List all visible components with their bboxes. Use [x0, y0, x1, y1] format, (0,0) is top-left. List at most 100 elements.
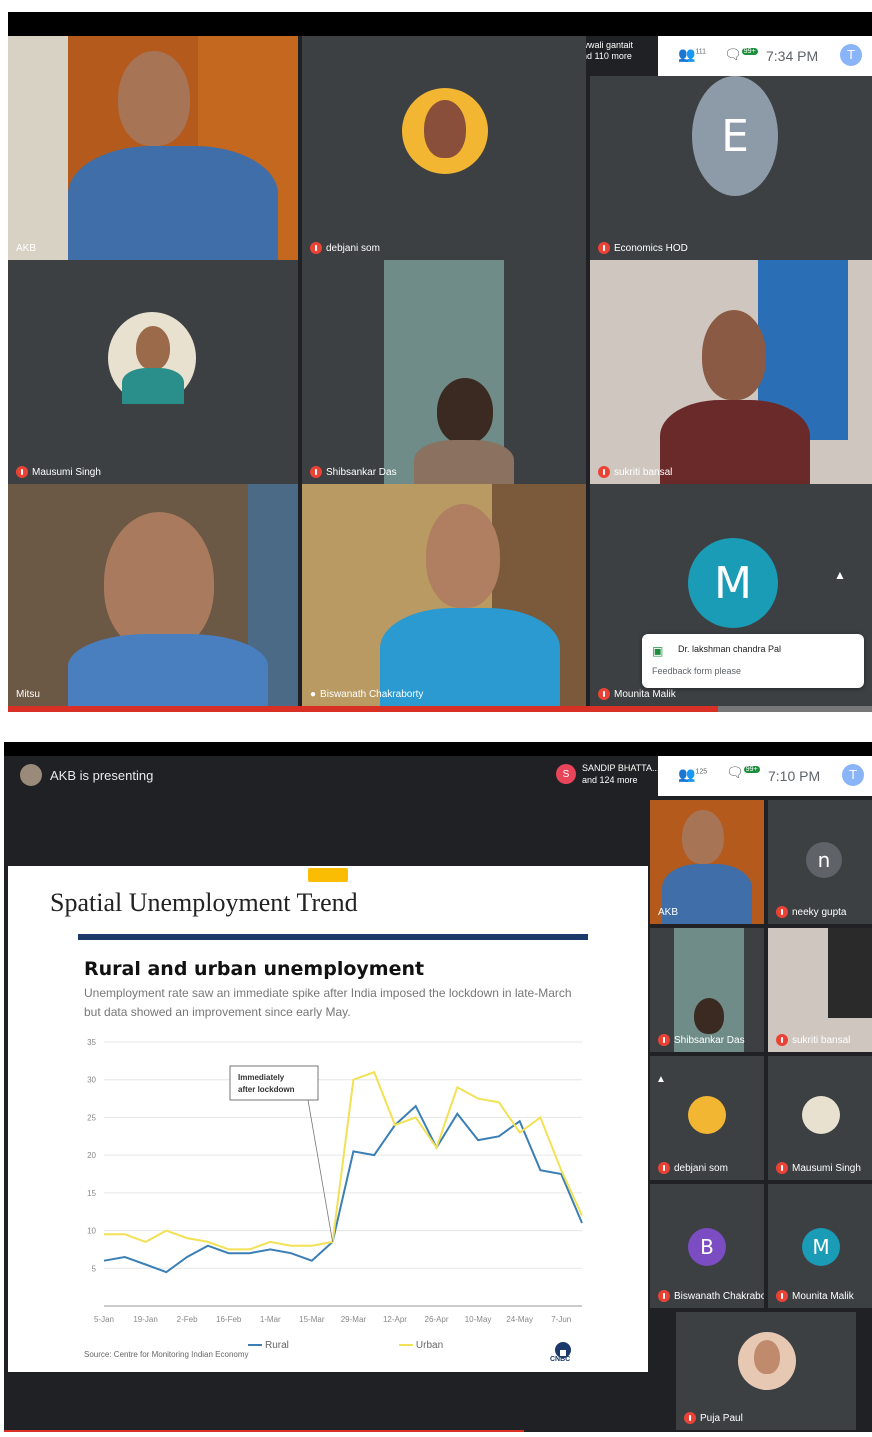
mouse-cursor: ▲ — [656, 1074, 666, 1085]
y-tick-label: 25 — [87, 1113, 96, 1122]
people-count: 111 — [695, 48, 707, 56]
participant-tile[interactable]: sukriti bansal — [590, 260, 872, 484]
y-tick-label: 5 — [92, 1264, 97, 1273]
y-tick-label: 15 — [87, 1189, 96, 1198]
x-tick-label: 26-Apr — [425, 1315, 449, 1324]
participant-tile[interactable]: Mausumi Singh — [768, 1056, 872, 1180]
participant-name: Mausumi Singh — [792, 1162, 861, 1174]
participant-tile[interactable]: Shibsankar Das — [650, 928, 764, 1052]
y-tick-label: 20 — [87, 1151, 96, 1160]
chat-badge: 99+ — [741, 48, 758, 56]
muted-mic-icon — [776, 1162, 788, 1174]
presenter-text: AKB is presenting — [50, 767, 154, 783]
series-line-urban — [104, 1070, 583, 1251]
participant-tile[interactable]: debjani som — [650, 1056, 764, 1180]
background-panel — [8, 36, 68, 260]
participant-tile[interactable]: M Mounita Malik — [768, 1184, 872, 1308]
participants-summary[interactable]: S SANDIP BHATTA... and 124 more — [556, 762, 660, 786]
annotation-text: after lockdown — [238, 1085, 295, 1094]
x-tick-label: 7-Jun — [551, 1315, 571, 1324]
x-axis-ticks: 5-Jan 19-Jan 2-Feb 16-Feb 1-Mar 15-Mar 29-Mar 1… — [94, 1315, 571, 1324]
meeting-presentation-view: AKB is presenting S SANDIP BHATTA... and… — [4, 742, 872, 1432]
muted-mic-icon — [658, 1034, 670, 1046]
participant-name: Mounita Malik — [614, 688, 676, 700]
header-controls: 👥111 🗨 99+ 7:34 PM T — [658, 36, 872, 76]
participant-photo-avatar — [802, 1096, 840, 1134]
chat-icon[interactable]: 🗨 99+ — [726, 764, 760, 781]
chat-icon[interactable]: 🗨 99+ — [724, 46, 758, 63]
muted-mic-icon — [310, 466, 322, 478]
chart-source: Source: Centre for Monitoring Indian Eco… — [84, 1350, 249, 1359]
participant-tile[interactable]: AKB — [8, 36, 298, 260]
x-tick-label: 16-Feb — [216, 1315, 242, 1324]
muted-mic-icon — [310, 242, 322, 254]
participant-name: Puja Paul — [700, 1412, 743, 1424]
participant-tile[interactable]: B Biswanath Chakrabo... — [650, 1184, 764, 1308]
participant-tile[interactable]: Mitsu — [8, 484, 298, 706]
participant-name: Economics HOD — [614, 242, 688, 254]
y-tick-label: 10 — [87, 1227, 96, 1236]
presentation-slide: Spatial Unemployment Trend Rural and urb… — [8, 866, 648, 1372]
x-tick-label: 24-May — [506, 1315, 533, 1324]
x-tick-label: 12-Apr — [383, 1315, 407, 1324]
participant-avatar: S — [556, 764, 576, 784]
chat-sender: Dr. lakshman chandra Pal — [678, 644, 782, 654]
muted-mic-icon — [598, 242, 610, 254]
participant-tile[interactable]: Shibsankar Das — [302, 260, 586, 484]
x-tick-label: 15-Mar — [299, 1315, 325, 1324]
participant-tile[interactable]: debjani som — [302, 36, 586, 260]
participant-name: sukriti bansal — [614, 466, 673, 478]
video-progress — [8, 706, 718, 712]
participant-tile[interactable]: E Economics HOD — [590, 76, 872, 260]
y-axis-ticks: 5 10 15 20 25 30 35 — [87, 1038, 96, 1273]
mouse-cursor: ▲ — [834, 568, 846, 582]
clock-time: 7:34 PM — [766, 48, 819, 64]
profile-avatar[interactable]: T — [842, 764, 864, 786]
muted-mic-icon — [598, 466, 610, 478]
participant-name: debjani som — [674, 1162, 728, 1174]
muted-mic-icon — [658, 1290, 670, 1302]
participant-tile[interactable]: sukriti bansal — [768, 928, 872, 1052]
chart-annotation: Immediately after lockdown — [229, 1065, 334, 1242]
legend: Rural Urban — [248, 1340, 443, 1351]
participant-tile[interactable]: AKB — [650, 800, 764, 924]
annotation-box — [229, 1065, 319, 1101]
x-tick-label: 10-May — [465, 1315, 492, 1324]
annotation-pointer — [307, 1099, 334, 1242]
line-chart: 5 10 15 20 25 30 35 5-Jan 19-Jan 2-Feb 16-Feb 1-Ma… — [87, 1038, 583, 1324]
muted-mic-icon — [776, 1290, 788, 1302]
header-controls: 👥125 🗨 99+ 7:10 PM T — [658, 756, 872, 796]
people-icon[interactable]: 👥125 — [678, 766, 707, 783]
muted-mic-icon — [776, 906, 788, 918]
muted-mic-icon — [658, 1162, 670, 1174]
profile-avatar[interactable]: T — [840, 44, 862, 66]
x-tick-label: 1-Mar — [260, 1315, 281, 1324]
participant-tile[interactable]: ● Biswanath Chakraborty — [302, 484, 586, 706]
participant-name: Biswanath Chakraborty — [320, 689, 424, 700]
participant-name: Mausumi Singh — [32, 466, 101, 478]
chat-icon: ▣ — [652, 644, 664, 658]
people-icon[interactable]: 👥111 — [678, 46, 706, 63]
participant-photo-avatar — [402, 88, 488, 174]
participant-video — [118, 51, 190, 146]
participant-tile[interactable]: Puja Paul — [676, 1312, 856, 1430]
x-tick-label: 29-Mar — [341, 1315, 367, 1324]
participant-name: Biswanath Chakrabo... — [674, 1290, 764, 1302]
muted-mic-icon — [16, 466, 28, 478]
video-progress — [4, 1430, 524, 1432]
muted-mic-icon — [776, 1034, 788, 1046]
chat-notification[interactable]: ▣ Dr. lakshman chandra Pal Feedback form… — [642, 634, 864, 688]
muted-mic-icon — [684, 1412, 696, 1424]
participant-photo-avatar — [738, 1332, 796, 1390]
top-strip — [8, 12, 872, 36]
participant-letter-avatar: M — [802, 1228, 840, 1266]
y-tick-label: 35 — [87, 1038, 96, 1047]
meeting-grid-view: S swwali gantait and 110 more 👥111 🗨99+ … — [8, 12, 872, 712]
participant-tile[interactable]: Mausumi Singh — [8, 260, 298, 484]
top-strip — [4, 742, 872, 756]
participant-name: Mounita Malik — [792, 1290, 854, 1302]
people-count: 125 — [695, 768, 708, 776]
chat-message: Feedback form please — [652, 666, 742, 676]
participant-name: AKB — [658, 907, 679, 918]
participant-tile[interactable]: n neeky gupta — [768, 800, 872, 924]
